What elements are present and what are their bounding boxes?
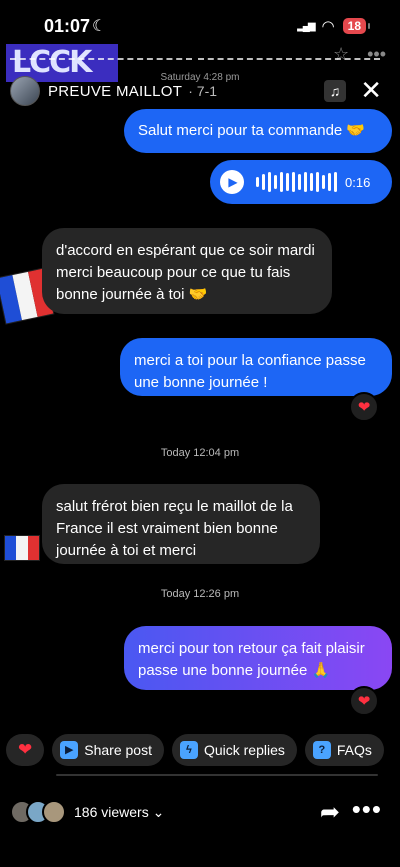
battery-icon: 18 <box>342 18 371 34</box>
share-icon[interactable]: ➦ <box>320 798 340 827</box>
timestamp: Today 12:04 pm <box>160 447 240 459</box>
story-count: · 7-1 <box>188 83 218 99</box>
message-text: merci a toi pour la confiance passe une … <box>134 352 366 391</box>
question-icon: ? <box>312 741 331 759</box>
voice-duration: 0:16 <box>345 174 371 190</box>
story-header: PREUVE MAILLOT · 7-1 ♫ ✕ <box>10 76 390 106</box>
message-input[interactable] <box>56 774 378 776</box>
moon-icon: ☾ <box>92 18 107 35</box>
like-button[interactable]: ❤ <box>6 734 45 766</box>
message-text: Salut merci pour ta commande 🤝 <box>138 122 366 139</box>
lightning-icon: ϟ <box>179 741 198 759</box>
close-icon[interactable]: ✕ <box>360 76 382 104</box>
voice-message[interactable]: ▶ 0:16 <box>210 160 392 204</box>
heart-reaction-icon[interactable]: ❤ <box>349 392 379 422</box>
progress-segment <box>198 58 380 62</box>
share-post-icon: ▶ <box>60 741 79 759</box>
heart-reaction-icon[interactable]: ❤ <box>349 686 379 716</box>
footer-bar: 186 viewers ⌄ ➦ ••• <box>10 792 390 832</box>
avatar <box>42 800 66 824</box>
message-text: merci pour ton retour ça fait plaisir pa… <box>138 640 365 679</box>
message-text: d'accord en espérant que ce soir mardi m… <box>56 242 315 303</box>
message-text: salut frérot bien reçu le maillot de la … <box>56 498 293 559</box>
message-sent: merci a toi pour la confiance passe une … <box>120 338 392 396</box>
message-received: salut frérot bien reçu le maillot de la … <box>42 484 320 564</box>
quick-replies-button[interactable]: ϟ Quick replies <box>171 734 297 766</box>
play-icon[interactable]: ▶ <box>220 170 244 194</box>
message-sent: merci pour ton retour ça fait plaisir pa… <box>124 626 392 690</box>
clock: 01:07 <box>44 16 91 36</box>
share-post-label: Share post <box>84 742 152 758</box>
quick-actions: ❤ ▶ Share post ϟ Quick replies ? FAQs <box>6 734 384 766</box>
status-icons: ▂▄▆ ◠ 18 <box>297 17 371 35</box>
music-icon[interactable]: ♫ <box>324 80 346 102</box>
france-flag-avatar <box>4 535 40 561</box>
quick-replies-label: Quick replies <box>203 742 285 758</box>
faqs-button[interactable]: ? FAQs <box>304 734 384 766</box>
waveform <box>256 170 337 194</box>
progress-segment <box>10 58 192 62</box>
message-sent: Salut merci pour ta commande 🤝 <box>124 109 392 153</box>
viewer-avatars[interactable] <box>10 800 66 824</box>
timestamp: Today 12:26 pm <box>160 588 240 600</box>
signal-icon: ▂▄▆ <box>297 20 316 32</box>
wifi-icon: ◠ <box>321 18 335 35</box>
viewers-count[interactable]: 186 viewers ⌄ <box>74 804 164 821</box>
faqs-label: FAQs <box>336 742 372 758</box>
share-post-button[interactable]: ▶ Share post <box>52 734 164 766</box>
story-title[interactable]: PREUVE MAILLOT <box>48 83 182 100</box>
story-progress <box>10 58 380 62</box>
more-icon[interactable]: ••• <box>352 794 382 825</box>
message-received: d'accord en espérant que ce soir mardi m… <box>42 228 332 314</box>
avatar[interactable] <box>10 76 40 106</box>
